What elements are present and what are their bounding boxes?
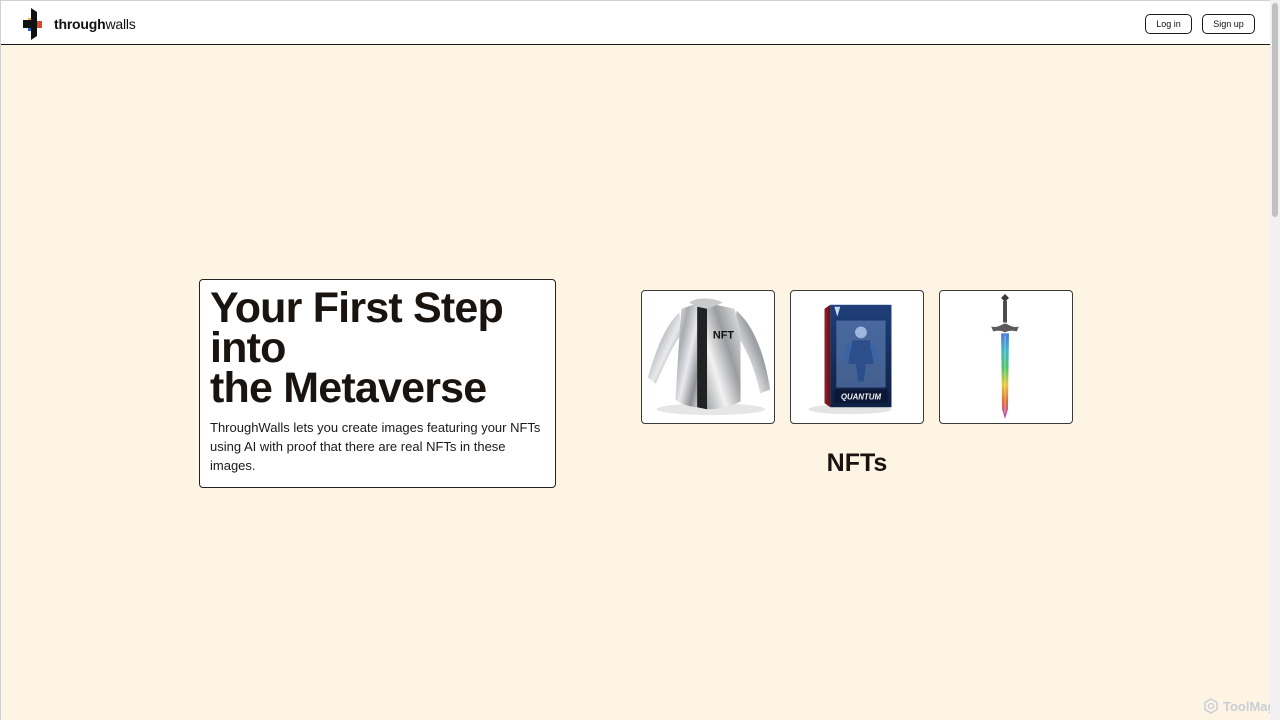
scrollbar-thumb[interactable] xyxy=(1272,3,1278,217)
figure-box-print: QUANTUM xyxy=(841,392,882,401)
jacket-nft-print: NFT xyxy=(713,329,734,341)
site-header: throughwalls Log in Sign up xyxy=(1,0,1270,45)
site-name-light: walls xyxy=(105,16,136,32)
site-logo[interactable]: throughwalls xyxy=(21,8,136,40)
nft-card-action-figure[interactable]: QUANTUM xyxy=(790,290,924,424)
toolmage-logo-icon xyxy=(1204,698,1218,714)
hero-title: Your First Step into the Metaverse xyxy=(210,284,504,412)
hero-description: ThroughWalls lets you create images feat… xyxy=(210,420,541,473)
login-button[interactable]: Log in xyxy=(1145,14,1192,34)
vertical-scrollbar[interactable] xyxy=(1270,0,1280,720)
nfts-heading: NFTs xyxy=(826,449,888,477)
site-name-bold: through xyxy=(54,16,106,32)
toolmage-watermark: ToolMage xyxy=(1203,698,1280,714)
browser-viewport: throughwalls Log in Sign up Your First S… xyxy=(0,0,1280,720)
hero-card: Your First Step into the Metaverse Throu… xyxy=(199,279,556,488)
nft-card-jacket[interactable]: NFT xyxy=(641,290,775,424)
site-name: throughwalls xyxy=(54,8,136,40)
action-figure-box-image: QUANTUM xyxy=(808,304,892,415)
silver-jacket-image: NFT xyxy=(647,298,771,416)
rainbow-sword-image xyxy=(991,293,1019,420)
signup-button[interactable]: Sign up xyxy=(1202,14,1255,34)
throughwalls-logo-icon xyxy=(23,8,42,40)
nft-card-sword[interactable] xyxy=(939,290,1073,424)
